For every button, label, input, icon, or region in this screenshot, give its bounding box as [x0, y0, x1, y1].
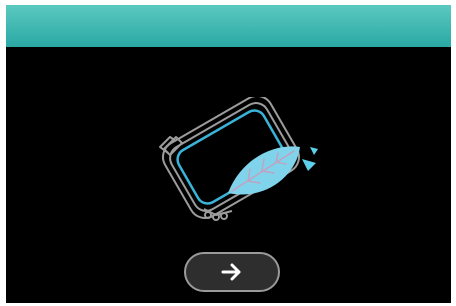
next-button[interactable] [184, 252, 280, 292]
screen [6, 5, 451, 303]
embroidery-hoop-with-leaf-icon [159, 97, 318, 221]
needle-indicator-icon [302, 147, 318, 171]
arrow-right-icon [221, 263, 241, 281]
leaf-icon [228, 146, 300, 195]
title-bar [6, 5, 451, 47]
